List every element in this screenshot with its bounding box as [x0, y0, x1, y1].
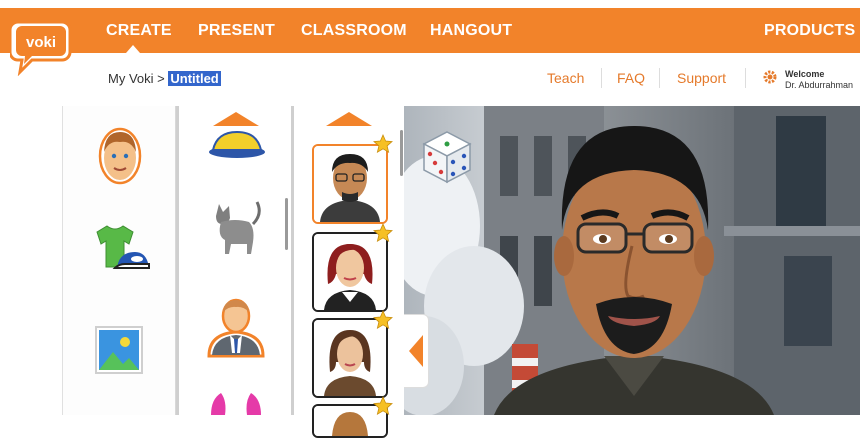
divider — [601, 68, 602, 88]
nav-present[interactable]: PRESENT — [198, 22, 275, 40]
woman-brown-hair-avatar — [314, 320, 386, 396]
divider — [659, 68, 660, 88]
logo-text: voki — [26, 34, 56, 51]
divider — [745, 68, 746, 88]
character-thumb[interactable] — [312, 232, 388, 312]
faq-link[interactable]: FAQ — [617, 70, 645, 86]
bunny-ears-icon[interactable] — [207, 392, 265, 415]
star-icon — [373, 134, 393, 154]
scroll-up-arrow[interactable] — [213, 112, 259, 126]
user-name: Dr. Abdurrahman — [785, 80, 854, 90]
nav-classroom[interactable]: CLASSROOM — [301, 22, 407, 40]
nav-create[interactable]: CREATE — [106, 22, 172, 40]
welcome-label: Welcome — [785, 69, 825, 79]
teach-link[interactable]: Teach — [547, 70, 584, 86]
nav-hangout[interactable]: HANGOUT — [430, 22, 512, 40]
background-icon[interactable] — [95, 326, 143, 374]
cat-icon[interactable] — [209, 198, 263, 256]
breadcrumb-root[interactable]: My Voki — [108, 71, 154, 86]
character-thumb[interactable] — [312, 318, 388, 398]
star-icon — [373, 310, 393, 330]
avatar-stage[interactable] — [404, 106, 860, 415]
character-thumb-selected[interactable] — [312, 144, 388, 224]
dice-icon[interactable] — [420, 130, 474, 184]
welcome-block: Welcome Dr. Abdurrahman — [785, 69, 853, 91]
scrollbar[interactable] — [400, 130, 403, 176]
hat-icon[interactable] — [209, 128, 265, 158]
collapse-panel-button[interactable] — [404, 314, 429, 388]
category-column — [62, 106, 176, 415]
subcategory-column — [176, 106, 292, 415]
breadcrumb-current[interactable]: Untitled — [168, 71, 221, 86]
scroll-up-arrow[interactable] — [326, 112, 372, 126]
scrollbar[interactable] — [285, 198, 288, 250]
star-icon — [373, 223, 393, 243]
nav-active-caret — [126, 45, 140, 53]
man-glasses-avatar — [314, 146, 386, 222]
voki-logo[interactable]: voki — [10, 14, 72, 76]
star-icon — [373, 396, 393, 416]
nav-products[interactable]: PRODUCTS — [764, 22, 855, 40]
support-link[interactable]: Support — [677, 70, 726, 86]
breadcrumb-sep: > — [157, 71, 165, 86]
character-head-icon[interactable] — [97, 124, 143, 186]
gear-icon[interactable] — [763, 70, 777, 84]
chevron-left-icon — [409, 335, 423, 367]
clothing-icon[interactable] — [87, 224, 151, 282]
breadcrumb: My Voki > Untitled — [108, 71, 221, 86]
business-person-icon[interactable] — [205, 292, 267, 360]
character-column — [291, 106, 407, 438]
woman-red-hair-avatar — [314, 234, 386, 310]
